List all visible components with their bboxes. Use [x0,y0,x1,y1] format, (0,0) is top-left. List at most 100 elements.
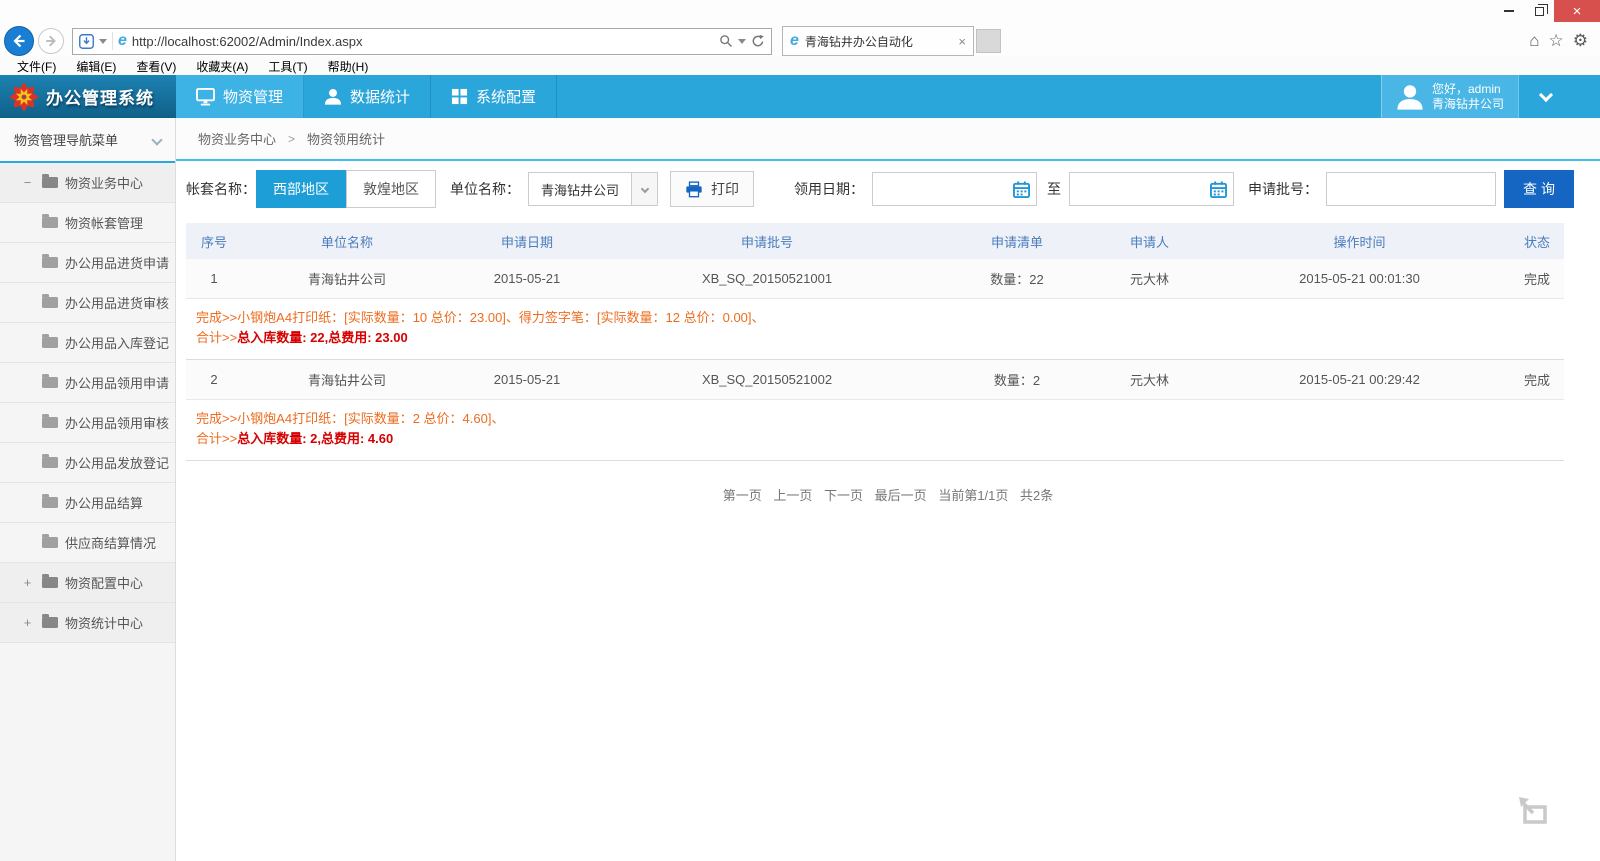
sidebar-item-label: 办公用品进货申请 [65,253,169,272]
cell-batch: XB_SQ_20150521002 [602,372,932,387]
cell-seq: 2 [186,372,242,387]
cell-seq: 1 [186,271,242,286]
compatibility-view-icon[interactable] [79,34,94,49]
compat-caret-icon[interactable] [99,39,107,44]
sidebar-item-purchase-review[interactable]: 办公用品进货审核 [0,283,175,323]
home-icon[interactable]: ⌂ [1529,31,1539,51]
col-list[interactable]: 申请清单 [932,232,1102,251]
col-unit[interactable]: 单位名称 [242,232,452,251]
sidebar-item-label: 物资配置中心 [65,573,143,592]
sidebar-item-supplier-settlement[interactable]: 供应商结算情况 [0,523,175,563]
settings-gear-icon[interactable]: ⚙ [1573,31,1588,51]
restore-icon [1535,7,1544,16]
back-button[interactable] [4,26,34,56]
grid-icon [451,88,468,105]
folder-icon [42,577,58,588]
forward-arrow-icon [44,34,58,48]
search-button[interactable]: 查询 [1504,170,1574,208]
search-icon[interactable] [719,34,733,48]
unit-select[interactable]: 青海钻井公司 [528,172,658,206]
minimize-icon [1504,10,1514,12]
browser-toolbar-icons: ⌂ ☆ ⚙ [1529,31,1600,51]
user-menu-toggle[interactable] [1518,75,1572,118]
page-last[interactable]: 最后一页 [875,488,927,503]
menu-tools[interactable]: 工具(T) [259,58,316,75]
nav-tab-statistics[interactable]: 数据统计 [304,75,431,118]
cell-unit: 青海钻井公司 [242,370,452,389]
detail-total-value: 总入库数量: 2,总费用: 4.60 [237,431,393,446]
table-row: 2 青海钻井公司 2015-05-21 XB_SQ_20150521002 数量… [186,360,1564,400]
folder-icon [42,417,58,428]
collapse-sign: − [20,175,35,190]
cell-status: 完成 [1522,269,1564,288]
menu-file[interactable]: 文件(F) [8,58,65,75]
menu-favorites[interactable]: 收藏夹(A) [187,58,257,75]
chevron-down-icon[interactable] [151,134,162,145]
nav-tab-system-config[interactable]: 系统配置 [431,75,557,118]
nav-tab-materials[interactable]: 物资管理 [176,75,304,118]
address-bar[interactable]: e http://localhost:62002/Admin/Index.asp… [72,28,772,55]
tab-close-icon[interactable]: × [958,34,966,49]
menu-view[interactable]: 查看(V) [127,58,185,75]
page-first[interactable]: 第一页 [723,488,762,503]
date-from-field[interactable] [872,172,1037,206]
select-chevron-box[interactable] [631,173,657,205]
date-from-input[interactable] [879,173,1013,205]
nav-tab-label: 系统配置 [476,86,536,107]
sidebar-item-label: 物资统计中心 [65,613,143,632]
col-batch[interactable]: 申请批号 [602,232,932,251]
page-prev[interactable]: 上一页 [773,488,812,503]
folder-icon [42,377,58,388]
restore-button[interactable] [1524,0,1554,22]
sidebar-item-config-center[interactable]: + 物资配置中心 [0,563,175,603]
expand-sign: + [20,575,35,590]
main-layout: 物资管理导航菜单 − 物资业务中心 物资帐套管理 办公用品进货申请 办公用品进货… [0,118,1600,861]
menu-help[interactable]: 帮助(H) [319,58,378,75]
col-seq[interactable]: 序号 [186,232,242,251]
page-next[interactable]: 下一页 [824,488,863,503]
forward-button[interactable] [38,28,64,54]
unit-name-label: 单位名称： [450,179,520,199]
results-table: 序号 单位名称 申请日期 申请批号 申请清单 申请人 操作时间 状态 1 青海钻… [186,223,1564,461]
breadcrumb-parent[interactable]: 物资业务中心 [198,129,276,148]
user-info[interactable]: 您好，admin 青海钻井公司 [1381,75,1518,118]
col-optime[interactable]: 操作时间 [1197,232,1522,251]
col-status[interactable]: 状态 [1522,232,1564,251]
batch-input[interactable] [1326,172,1496,206]
print-button[interactable]: 打印 [670,171,754,207]
sidebar-item-account-mgmt[interactable]: 物资帐套管理 [0,203,175,243]
favorites-star-icon[interactable]: ☆ [1549,31,1564,51]
sidebar-item-settlement[interactable]: 办公用品结算 [0,483,175,523]
folder-icon [42,337,58,348]
sidebar-item-statistics-center[interactable]: + 物资统计中心 [0,603,175,643]
sidebar-item-requisition-review[interactable]: 办公用品领用审核 [0,403,175,443]
date-to-field[interactable] [1069,172,1234,206]
close-button[interactable]: × [1554,0,1600,22]
menu-edit[interactable]: 编辑(E) [67,58,125,75]
row-detail: 完成>>小钢炮A4打印纸：[实际数量：10 总价：23.00]、得力签字笔：[实… [186,299,1564,360]
region-button-dunhuang[interactable]: 敦煌地区 [346,170,436,208]
folder-icon [42,297,58,308]
sidebar-item-stock-in[interactable]: 办公用品入库登记 [0,323,175,363]
region-button-west[interactable]: 西部地区 [256,170,346,208]
refresh-icon[interactable] [751,34,765,48]
batch-label: 申请批号： [1248,179,1318,199]
browser-tab[interactable]: e 青海钻井办公自动化 × [782,26,974,56]
calendar-icon[interactable] [1013,181,1030,198]
minimize-button[interactable] [1494,0,1524,22]
col-date[interactable]: 申请日期 [452,232,602,251]
sidebar-item-requisition-apply[interactable]: 办公用品领用申请 [0,363,175,403]
sidebar-item-label: 办公用品进货审核 [65,293,169,312]
browser-menu-bar: 文件(F) 编辑(E) 查看(V) 收藏夹(A) 工具(T) 帮助(H) [0,57,1600,75]
date-to-input[interactable] [1076,173,1210,205]
calendar-icon[interactable] [1210,181,1227,198]
sidebar-item-distribution[interactable]: 办公用品发放登记 [0,443,175,483]
sidebar: 物资管理导航菜单 − 物资业务中心 物资帐套管理 办公用品进货申请 办公用品进货… [0,118,176,861]
url-text[interactable]: http://localhost:62002/Admin/Index.aspx [132,34,714,49]
search-caret-icon[interactable] [738,39,746,44]
user-greeting: 您好，admin [1432,82,1504,97]
col-applicant[interactable]: 申请人 [1102,232,1197,251]
sidebar-item-purchase-apply[interactable]: 办公用品进货申请 [0,243,175,283]
new-tab-button[interactable] [976,29,1001,53]
sidebar-item-material-business-center[interactable]: − 物资业务中心 [0,163,175,203]
